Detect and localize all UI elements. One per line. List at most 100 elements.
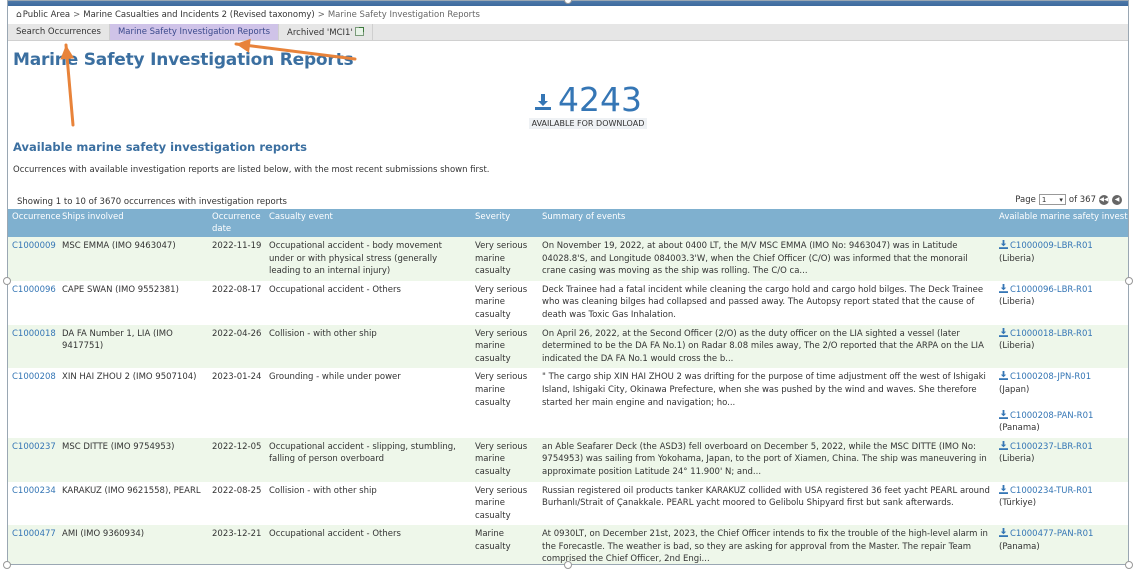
report-link[interactable]: C1000208-JPN-R01 xyxy=(1010,372,1091,382)
breadcrumb-separator: > xyxy=(317,10,325,20)
summary-text: " The cargo ship XIN HAI ZHOU 2 was drif… xyxy=(542,372,986,408)
column-header-ships[interactable]: Ships involved xyxy=(58,209,208,237)
table-row: C1000096 CAPE SWAN (IMO 9552381) 2022-08-1… xyxy=(8,280,1128,325)
report-link[interactable]: C1000096-LBR-R01 xyxy=(1010,285,1093,295)
report-entry: C1000477-PAN-R01 (Panama) xyxy=(999,528,1128,553)
column-header-occurrence[interactable]: Occurrence xyxy=(8,209,61,237)
download-label: AVAILABLE FOR DOWNLOAD xyxy=(528,118,648,129)
section-description: Occurrences with available investigation… xyxy=(13,165,490,175)
occurrence-link[interactable]: C1000096 xyxy=(12,285,56,295)
breadcrumb-separator: > xyxy=(73,10,81,20)
tab-search-occurrences[interactable]: Search Occurrences xyxy=(8,24,110,40)
page-title: Marine Safety Investigation Reports xyxy=(13,50,354,70)
table-row: C1000234 KARAKUZ (IMO 9621558), PEARL 2022… xyxy=(8,481,1128,526)
cell-occurrence: C1000009 xyxy=(8,237,58,281)
cell-severity: Marine casualty xyxy=(471,525,538,564)
download-icon xyxy=(999,409,1010,421)
cell-severity: Very serious marine casualty xyxy=(471,481,538,526)
report-entry: C1000208-PAN-R01 (Panama) xyxy=(999,409,1128,435)
summary-text: On November 19, 2022, at about 0400 LT, … xyxy=(542,241,968,277)
first-page-icon[interactable]: ◀◀ xyxy=(1099,194,1109,205)
cell-date: 2023-01-24 xyxy=(208,368,265,438)
occurrence-link[interactable]: C1000208 xyxy=(12,372,56,382)
download-icon xyxy=(999,327,1010,339)
occurrence-link[interactable]: C1000234 xyxy=(12,486,56,496)
tab-archived-mci1[interactable]: Archived 'MCI1' xyxy=(279,24,373,40)
column-header-casualty[interactable]: Casualty event xyxy=(265,209,471,237)
report-link[interactable]: C1000237-LBR-R01 xyxy=(1010,442,1093,452)
page-select-value: 1 xyxy=(1041,195,1047,204)
report-link[interactable]: C1000018-LBR-R01 xyxy=(1010,329,1093,339)
results-count: Showing 1 to 10 of 3670 occurrences with… xyxy=(17,197,287,207)
page-total: of 367 xyxy=(1068,194,1096,205)
report-link[interactable]: C1000477-PAN-R01 xyxy=(1010,529,1093,539)
cell-date: 2023-12-21 xyxy=(208,525,265,564)
breadcrumb-public-area[interactable]: Public Area xyxy=(23,10,70,20)
occurrence-link[interactable]: C1000477 xyxy=(12,529,56,539)
column-header-summary[interactable]: Summary of events xyxy=(538,209,995,237)
page-label: Page xyxy=(1015,194,1036,205)
cell-occurrence: C1000018 xyxy=(8,324,58,369)
summary-text: Russian registered oil products tanker K… xyxy=(542,485,990,509)
report-link[interactable]: C1000234-TUR-R01 xyxy=(1010,486,1093,496)
report-link[interactable]: C1000208-PAN-R01 xyxy=(1010,411,1093,421)
tab-bar: Search Occurrences Marine Safety Investi… xyxy=(8,24,1128,41)
cell-ships: XIN HAI ZHOU 2 (IMO 9507104) xyxy=(58,368,208,438)
occurrence-link[interactable]: C1000009 xyxy=(12,241,56,251)
external-link-icon xyxy=(354,27,364,36)
summary-text: an Able Seafarer Deck (the ASD3) fell ov… xyxy=(542,441,987,477)
cell-reports: C1000096-LBR-R01 (Liberia) xyxy=(995,280,1128,325)
cell-date: 2022-08-25 xyxy=(208,481,265,526)
download-icon xyxy=(999,528,1010,539)
report-entry: C1000208-JPN-R01 (Japan) xyxy=(999,371,1128,396)
column-header-reports[interactable]: Available marine safety investigation re… xyxy=(995,209,1128,237)
cell-ships: KARAKUZ (IMO 9621558), PEARL xyxy=(58,481,208,526)
chevron-down-icon: ▾ xyxy=(1059,195,1063,204)
column-header-severity[interactable]: Severity xyxy=(471,209,538,237)
browser-frame: ⌂Public Area > Marine Casualties and Incid… xyxy=(7,0,1129,565)
report-country: (Japan) xyxy=(999,384,1030,395)
report-link[interactable]: C1000009-LBR-R01 xyxy=(1010,241,1093,251)
cell-date: 2022-04-26 xyxy=(208,324,265,369)
cell-date: 2022-12-05 xyxy=(208,437,265,482)
reports-table-container: Occurrence Ships involved Occurrence dat… xyxy=(8,209,1128,565)
cell-ships: CAPE SWAN (IMO 9552381) xyxy=(58,280,208,325)
cell-occurrence: C1000208 xyxy=(8,368,58,438)
report-country: (Panama) xyxy=(999,423,1040,434)
tab-marine-safety-reports[interactable]: Marine Safety Investigation Reports xyxy=(109,24,280,40)
resize-handle[interactable] xyxy=(3,561,11,569)
occurrence-link[interactable]: C1000237 xyxy=(12,442,56,452)
section-title: Available marine safety investigation re… xyxy=(13,140,307,154)
resize-handle[interactable] xyxy=(564,561,572,569)
resize-handle[interactable] xyxy=(3,277,11,285)
report-country: (Panama) xyxy=(999,541,1040,552)
summary-text: At 0930LT, on December 21st, 2023, the C… xyxy=(542,529,988,565)
table-row: C1000208 XIN HAI ZHOU 2 (IMO 9507104) 2023… xyxy=(8,368,1128,438)
cell-ships: AMI (IMO 9360934) xyxy=(58,525,208,564)
cell-casualty: Occupational accident - Others xyxy=(265,280,471,325)
download-icon xyxy=(999,484,1010,496)
breadcrumb: ⌂Public Area > Marine Casualties and Incid… xyxy=(8,6,1128,24)
download-icon xyxy=(999,371,1010,382)
home-icon[interactable]: ⌂ xyxy=(16,10,22,20)
resize-handle[interactable] xyxy=(1125,561,1133,569)
breadcrumb-marine-casualties[interactable]: Marine Casualties and Incidents 2 (Revis… xyxy=(83,10,314,20)
cell-reports: C1000477-PAN-R01 (Panama) xyxy=(995,525,1128,564)
cell-occurrence: C1000234 xyxy=(8,481,58,526)
tab-label: Search Occurrences xyxy=(16,27,101,37)
table-row: C1000477 AMI (IMO 9360934) 2023-12-21 Occup… xyxy=(8,525,1128,565)
cell-summary: Deck Trainee had a fatal incident while … xyxy=(538,280,995,325)
report-entry: C1000234-TUR-R01 (Türkiye) xyxy=(999,484,1128,510)
download-counter[interactable]: 4243 AVAILABLE FOR DOWNLOAD xyxy=(523,83,653,129)
table-row: C1000018 DA FA Number 1, LIA (IMO 9417751… xyxy=(8,324,1128,369)
resize-handle[interactable] xyxy=(1125,277,1133,285)
download-icon xyxy=(999,240,1010,251)
previous-page-icon[interactable]: ◀ xyxy=(1112,194,1122,205)
report-entry: C1000018-LBR-R01 (Liberia) xyxy=(999,327,1128,353)
cell-casualty: Collision - with other ship xyxy=(265,481,471,526)
report-country: (Liberia) xyxy=(999,341,1035,352)
cell-date: 2022-11-19 xyxy=(208,237,265,281)
occurrence-link[interactable]: C1000018 xyxy=(12,329,56,339)
column-header-date[interactable]: Occurrence date xyxy=(208,209,265,237)
page-select[interactable]: 1 ▾ xyxy=(1038,194,1066,205)
